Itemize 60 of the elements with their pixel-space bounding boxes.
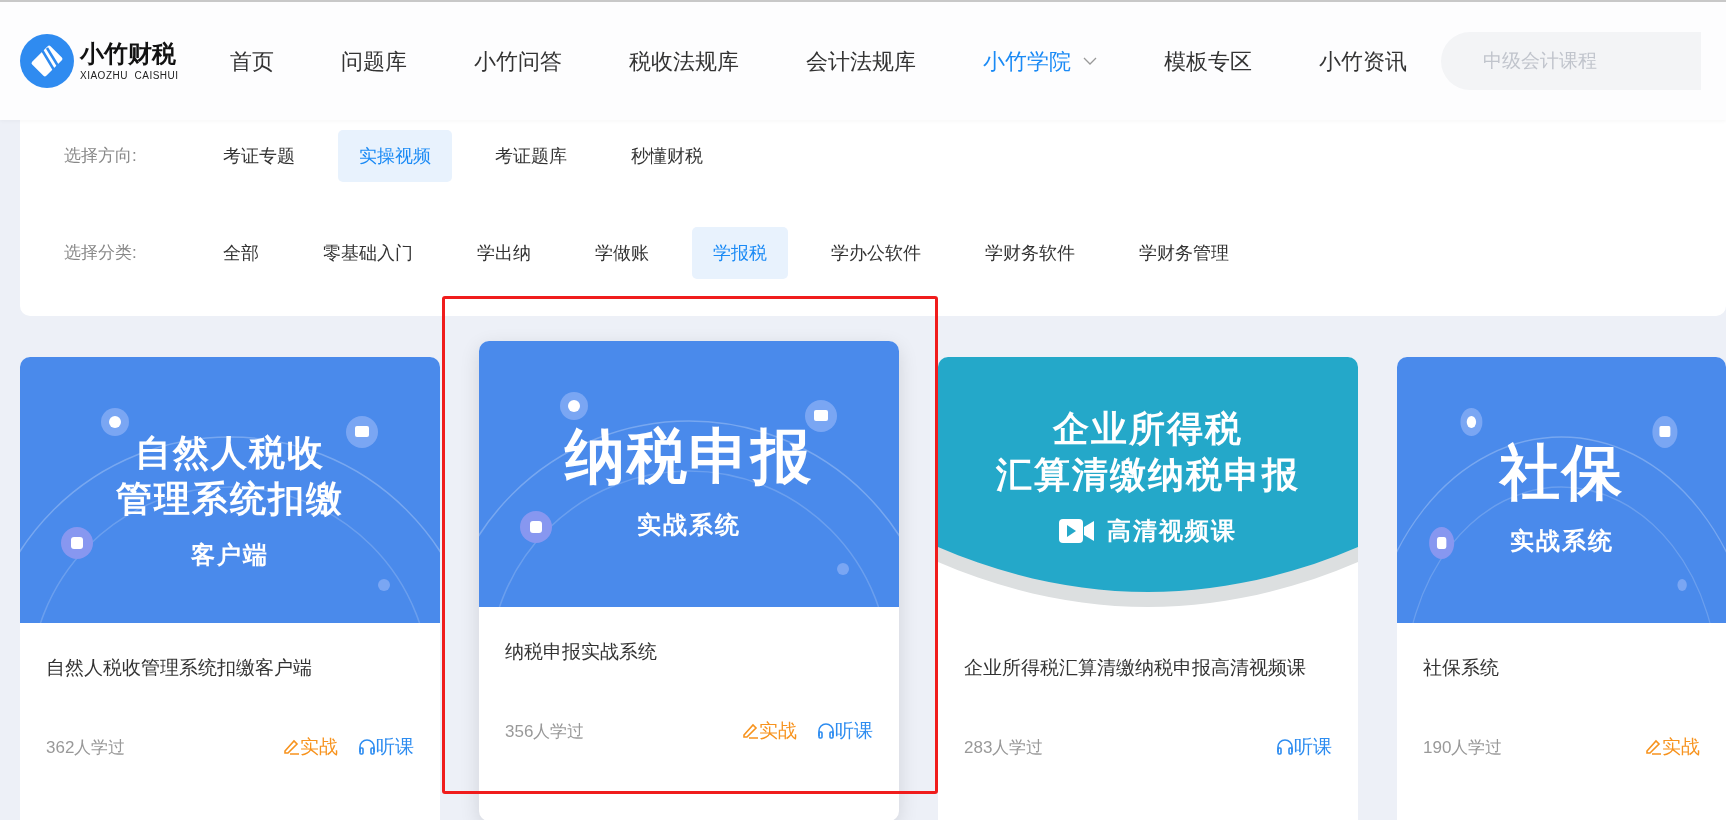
course-card[interactable]: 社保 实战系统 社保系统 190人学过 实战 [1397, 357, 1726, 820]
filter-option[interactable]: 考证专题 [202, 130, 316, 182]
nav-link[interactable]: 模板专区 [1164, 44, 1252, 78]
filter-label: 选择分类: [64, 242, 138, 265]
coin-stack-badge-icon [61, 527, 93, 559]
wallet-badge-icon [1652, 416, 1678, 448]
filter-label: 选择方向: [64, 145, 138, 168]
filter-option[interactable]: 全部 [202, 227, 280, 279]
nav-link[interactable]: 小竹问答 [474, 44, 562, 78]
logo-icon [20, 34, 74, 88]
headphones-icon [817, 722, 835, 741]
nav-link[interactable]: 小竹资讯 [1319, 44, 1407, 78]
headphones-icon [1276, 738, 1294, 757]
learner-count: 362人学过 [46, 736, 126, 759]
banner-title: 社保 [1499, 437, 1624, 507]
orbit-dot [378, 579, 390, 591]
filter-option[interactable]: 学财务管理 [1118, 227, 1250, 279]
filter-option[interactable]: 考证题库 [474, 130, 588, 182]
banner-subtitle: 实战系统 [1509, 526, 1614, 556]
filter-option[interactable]: 学财务软件 [964, 227, 1096, 279]
learner-count: 283人学过 [964, 736, 1044, 759]
course-title: 企业所得税汇算清缴纳税申报高清视频课 [964, 656, 1307, 680]
coin-stack-badge-icon [520, 511, 552, 543]
coin-badge-icon [560, 392, 588, 420]
logo-name: 小竹财税 [80, 39, 177, 68]
pencil-icon [282, 738, 300, 757]
filter-option[interactable]: 秒懂财税 [610, 130, 724, 182]
course-title: 社保系统 [1423, 656, 1500, 680]
banner-title: 汇算清缴纳税申报 [996, 452, 1300, 497]
orbit-dot [1677, 579, 1687, 591]
course-card[interactable]: 企业所得税 汇算清缴纳税申报 高清视频课 企业所得税汇算清缴纳税申报高清视频课 283人学过 听课 [938, 357, 1358, 820]
coin-stack-badge-icon [1429, 527, 1455, 559]
course-title: 纳税申报实战系统 [505, 640, 658, 664]
filter-option[interactable]: 学做账 [574, 227, 670, 279]
banner-subtitle: 高清视频课 [1107, 516, 1237, 546]
learner-count: 356人学过 [505, 720, 585, 743]
wallet-badge-icon [346, 416, 378, 448]
banner-subtitle: 客户端 [191, 540, 269, 570]
nav-link[interactable]: 会计法规库 [806, 44, 916, 78]
banner-title: 企业所得税 [1053, 406, 1243, 451]
banner-title: 管理系统扣缴 [116, 476, 344, 521]
filter-option[interactable]: 学出纳 [456, 227, 552, 279]
coin-badge-icon [101, 408, 129, 436]
coin-badge-icon [1460, 408, 1483, 436]
pencil-icon [1644, 738, 1662, 757]
banner-title: 纳税申报 [565, 421, 813, 491]
banner-title: 自然人税收 [135, 430, 325, 475]
filter-option[interactable]: 学办公软件 [810, 227, 942, 279]
logo-subtitle: XIAOZHU CAISHUI [80, 68, 179, 83]
orbit-dot [837, 563, 849, 575]
pencil-icon [741, 722, 759, 741]
course-title: 自然人税收管理系统扣缴客户端 [46, 656, 313, 680]
nav-link[interactable]: 税收法规库 [629, 44, 739, 78]
headphones-icon [358, 738, 376, 757]
video-camera-icon [1059, 517, 1095, 545]
learner-count: 190人学过 [1423, 736, 1503, 759]
banner-subtitle: 实战系统 [637, 510, 741, 540]
nav-link[interactable]: 问题库 [341, 44, 407, 78]
filter-option[interactable]: 零基础入门 [302, 227, 434, 279]
nav-link[interactable]: 首页 [230, 44, 274, 78]
